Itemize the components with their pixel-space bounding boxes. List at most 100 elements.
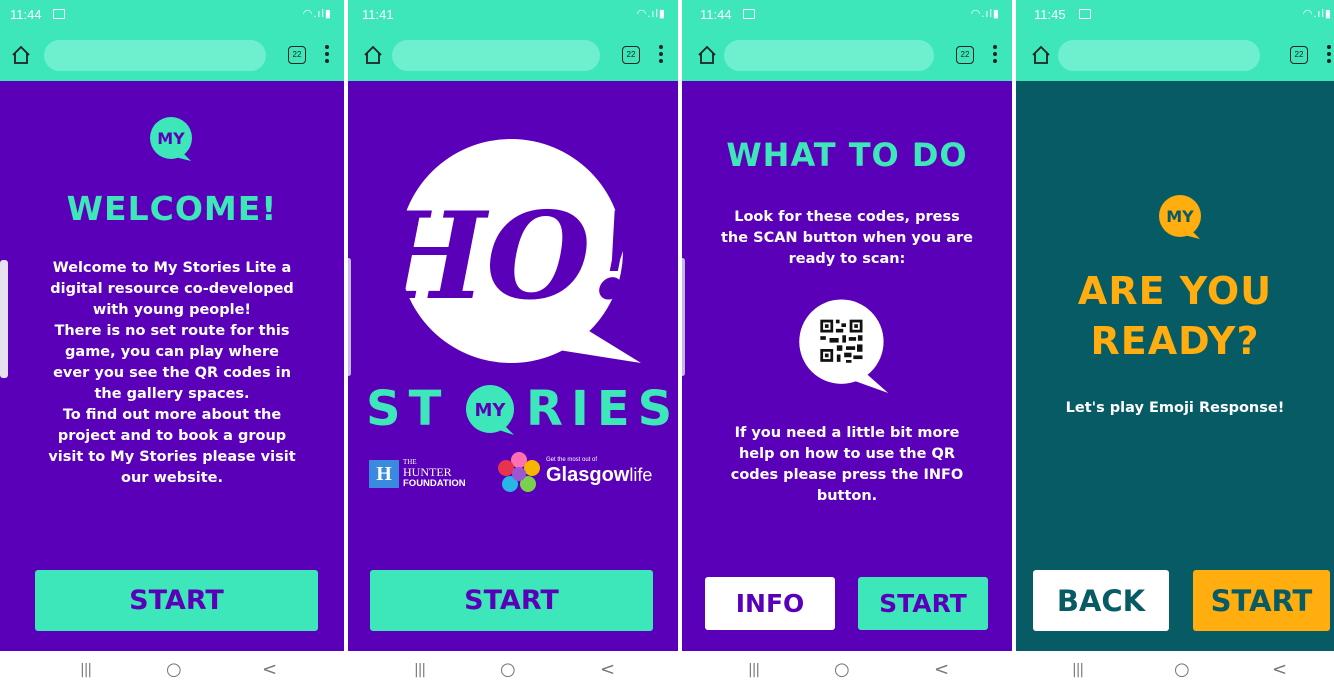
my-logo-bubble: MY [1159, 195, 1201, 239]
text-line: Welcome to My Stories Lite a [52, 260, 292, 276]
text-line: digital resource co-developed [50, 281, 294, 297]
splash-content: HO! ST MY RIES H THE HUNTER FOUNDATION G… [348, 81, 678, 651]
instructions-content: WHAT TO DO Look for these codes, press t… [682, 81, 1012, 651]
page-title: WHAT TO DO [726, 136, 968, 174]
overflow-menu-icon[interactable] [658, 42, 664, 66]
text-line: the gallery spaces. [94, 386, 250, 402]
text-line: the SCAN button when you are [720, 230, 973, 246]
text-line: visit to My Stories please visit [48, 449, 296, 465]
browser-toolbar: 22 [0, 30, 344, 81]
text-line: There is no set route for this [54, 323, 290, 339]
info-button[interactable]: INFO [705, 577, 835, 630]
glasgow-flower-icon [498, 452, 540, 492]
instructions-text-bottom: If you need a little bit more help on ho… [696, 423, 998, 507]
text-line: Look for these codes, press [734, 209, 960, 225]
system-nav-bar: ||| ○ < [682, 651, 1012, 689]
welcome-text: Welcome to My Stories Lite a digital res… [14, 258, 330, 489]
recent-apps-icon[interactable]: ||| [80, 662, 92, 678]
text-line: button. [816, 488, 878, 504]
ready-subtitle: Let's play Emoji Response! [1065, 400, 1285, 416]
tab-count-button[interactable]: 22 [1290, 46, 1308, 64]
phone-screen-ready: 11:45 ◠.ıl▮ 22 MY ARE YOU READY? Let's p… [1016, 0, 1334, 689]
tab-count-button[interactable]: 22 [956, 46, 974, 64]
home-icon[interactable] [696, 44, 718, 66]
url-field[interactable] [1058, 40, 1260, 71]
recent-apps-icon[interactable]: ||| [414, 662, 426, 678]
tab-count-button[interactable]: 22 [288, 46, 306, 64]
home-icon[interactable] [362, 44, 384, 66]
scroll-handle[interactable] [348, 258, 351, 376]
back-icon[interactable]: < [600, 659, 615, 680]
text-line: help on how to use the QR [738, 446, 956, 462]
back-icon[interactable]: < [1272, 659, 1287, 680]
home-icon[interactable]: ○ [834, 659, 850, 680]
recent-apps-icon[interactable]: ||| [1072, 662, 1084, 678]
home-icon[interactable]: ○ [1174, 659, 1190, 680]
scroll-handle[interactable] [682, 258, 685, 376]
start-button[interactable]: START [370, 570, 653, 631]
start-button[interactable]: START [858, 577, 988, 630]
url-field[interactable] [44, 40, 266, 71]
text-line: ready to scan: [788, 251, 906, 267]
tab-count-button[interactable]: 22 [622, 46, 640, 64]
page-title-line1: ARE YOU [1077, 269, 1273, 313]
browser-toolbar: 22 [682, 30, 1012, 81]
partner2-name: Glasgow [546, 464, 630, 486]
text-line: our website. [121, 470, 223, 486]
hunter-mark-icon: H [369, 460, 399, 488]
status-time: 11:41 [362, 7, 394, 22]
overflow-menu-icon[interactable] [992, 42, 998, 66]
phone-screen-welcome: 11:44 ◠.ıl▮ 22 MY WELCOME! Welcome to My… [0, 0, 344, 689]
browser-toolbar: 22 [1016, 30, 1334, 81]
text-line: ever you see the QR codes in [53, 365, 291, 381]
home-icon[interactable] [1030, 44, 1052, 66]
text-line: codes please press the INFO [730, 467, 964, 483]
my-logo-bubble: MY [466, 385, 514, 435]
system-nav-bar: ||| ○ < [1016, 651, 1334, 689]
signal-battery-icon: ◠.ıl▮ [636, 8, 666, 20]
back-icon[interactable]: < [262, 659, 277, 680]
partner1-bottom-text: FOUNDATION [403, 478, 466, 489]
overflow-menu-icon[interactable] [324, 42, 330, 66]
image-notification-icon [1079, 9, 1091, 19]
page-title: WELCOME! [66, 189, 278, 228]
status-bar: 11:44 ◠.ıl▮ [0, 0, 344, 30]
start-button[interactable]: START [1193, 570, 1330, 631]
my-logo-text: MY [157, 129, 185, 148]
partner2-wordmark: Glasgowlife [546, 464, 652, 487]
partner2-suffix: life [629, 465, 653, 485]
glasgow-life-logo: Get the most out of Glasgowlife [496, 451, 656, 497]
hunter-foundation-logo: H THE HUNTER FOUNDATION [369, 458, 479, 492]
system-nav-bar: ||| ○ < [348, 651, 678, 689]
status-time: 11:45 [1034, 7, 1066, 22]
qr-code-bubble [799, 299, 889, 393]
home-icon[interactable] [10, 44, 32, 66]
overflow-menu-icon[interactable] [1326, 42, 1332, 66]
text-line: To find out more about the [62, 407, 282, 423]
start-button[interactable]: START [35, 570, 318, 631]
home-icon[interactable]: ○ [166, 659, 182, 680]
signal-battery-icon: ◠.ıl▮ [302, 8, 332, 20]
back-button[interactable]: BACK [1033, 570, 1169, 631]
welcome-content: MY WELCOME! Welcome to My Stories Lite a… [0, 81, 344, 651]
url-field[interactable] [392, 40, 600, 71]
text-line: project and to book a group [57, 428, 287, 444]
stories-text-right: RIES [526, 381, 678, 437]
phone-screen-what-to-do: 11:44 ◠.ıl▮ 22 WHAT TO DO Look for these… [682, 0, 1012, 689]
url-field[interactable] [724, 40, 934, 71]
recent-apps-icon[interactable]: ||| [748, 662, 760, 678]
home-icon[interactable]: ○ [500, 659, 516, 680]
status-time: 11:44 [700, 7, 732, 22]
my-logo-bubble: MY [150, 117, 192, 161]
partner2-tagline: Get the most out of [546, 457, 598, 463]
scroll-handle[interactable] [0, 260, 8, 378]
signal-battery-icon: ◠.ıl▮ [1302, 8, 1332, 20]
text-line: If you need a little bit more [734, 425, 960, 441]
my-logo-text: MY [475, 400, 507, 421]
phone-screen-splash: 11:41 ◠.ıl▮ 22 HO! ST MY RIES H THE HUNT… [348, 0, 678, 689]
status-bar: 11:41 ◠.ıl▮ [348, 0, 678, 30]
image-notification-icon [53, 9, 65, 19]
status-bar: 11:45 ◠.ıl▮ [1016, 0, 1334, 30]
browser-toolbar: 22 [348, 30, 678, 81]
back-icon[interactable]: < [934, 659, 949, 680]
